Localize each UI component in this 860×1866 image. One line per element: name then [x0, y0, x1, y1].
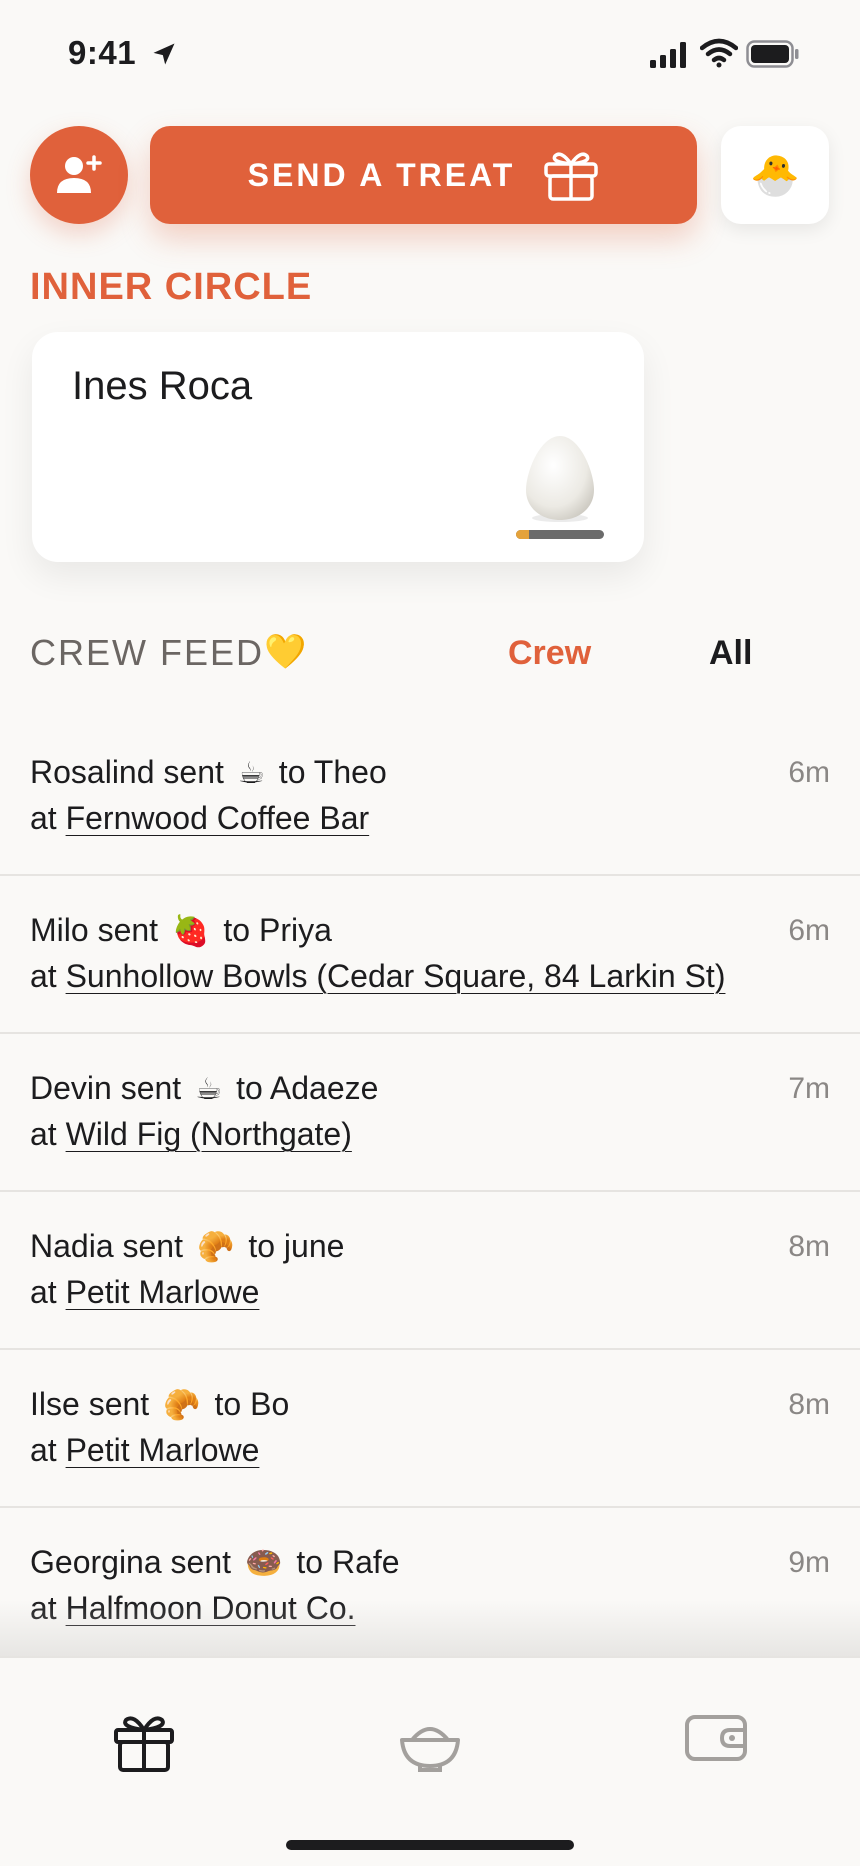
strawberry-icon: 🍓	[172, 915, 210, 948]
feed-scroll-fade	[0, 1600, 860, 1660]
place-link[interactable]: Petit Marlowe	[66, 1274, 260, 1310]
home-indicator	[286, 1840, 574, 1850]
feed-recipient: to Theo	[278, 754, 387, 790]
status-time: 9:41	[68, 34, 137, 71]
place-link[interactable]: Wild Fig (Northgate)	[66, 1116, 352, 1152]
send-treat-button[interactable]: SEND A TREAT	[150, 126, 697, 224]
cellular-signal-icon	[650, 42, 686, 68]
feed-recipient: to Priya	[223, 912, 332, 948]
inner-circle-title: INNER CIRCLE	[30, 266, 313, 308]
feed-place-line: at Fernwood Coffee Bar	[30, 800, 369, 837]
feed-place-line: at Wild Fig (Northgate)	[30, 1116, 352, 1153]
feed-sender: Ilse sent	[30, 1386, 150, 1422]
feed-item[interactable]: Ilse sent 🥐 to Bo at Petit Marlowe 8m	[0, 1350, 860, 1508]
add-user-icon	[57, 155, 102, 193]
feed-recipient: to Adaeze	[236, 1070, 379, 1106]
feed-recipient: to Bo	[214, 1386, 290, 1422]
bowl-icon[interactable]	[398, 1716, 462, 1772]
feed-time: 8m	[788, 1230, 830, 1263]
hatching-chick-icon: 🐣	[750, 153, 800, 198]
wallet-icon[interactable]	[684, 1714, 748, 1762]
feed-place-line: at Petit Marlowe	[30, 1274, 259, 1311]
status-bar: 9:41	[0, 0, 860, 110]
send-treat-label: SEND A TREAT	[247, 156, 516, 193]
profile-button[interactable]: 🐣	[721, 126, 829, 224]
coffee-icon: ☕	[195, 1073, 223, 1106]
feed-sender: Nadia sent	[30, 1228, 183, 1264]
feed-time: 8m	[788, 1388, 830, 1421]
battery-icon	[746, 40, 799, 68]
croissant-icon: 🥐	[196, 1231, 235, 1264]
place-link[interactable]: Petit Marlowe	[66, 1432, 260, 1468]
gift-icon[interactable]	[112, 1710, 176, 1774]
tab-all[interactable]: All	[709, 634, 752, 673]
feed-sender: Rosalind sent	[30, 754, 224, 790]
feed-time: 6m	[788, 914, 830, 947]
feed-line: Milo sent 🍓 to Priya	[30, 912, 332, 949]
place-link[interactable]: Fernwood Coffee Bar	[66, 800, 370, 836]
feed-at: at	[30, 1274, 57, 1310]
feed-time: 6m	[788, 756, 830, 789]
egg-progress-bar	[516, 530, 604, 539]
feed-item[interactable]: Milo sent 🍓 to Priya at Sunhollow Bowls (C…	[0, 876, 860, 1034]
feed-line: Nadia sent 🥐 to june	[30, 1228, 344, 1265]
feed-time: 7m	[788, 1072, 830, 1105]
egg-progress-fill	[516, 530, 530, 539]
crew-feed-title: CREW FEED	[30, 632, 264, 673]
wifi-icon	[700, 38, 738, 68]
gift-icon	[544, 152, 599, 201]
feed-item[interactable]: Rosalind sent ☕ to Theo at Fernwood Coffee…	[0, 718, 860, 876]
croissant-icon: 🥐	[163, 1389, 201, 1422]
friend-name: Ines Roca	[72, 364, 253, 408]
feed-list[interactable]: Rosalind sent ☕ to Theo at Fernwood Coffee…	[0, 718, 860, 1658]
feed-sender: Milo sent	[30, 912, 159, 948]
feed-recipient: to june	[248, 1228, 345, 1264]
feed-place-line: at Petit Marlowe	[30, 1432, 259, 1469]
tab-bar	[0, 1656, 860, 1866]
donut-icon: 🍩	[245, 1547, 283, 1580]
location-arrow-icon	[153, 43, 175, 65]
feed-sender: Devin sent	[30, 1070, 182, 1106]
feed-line: Ilse sent 🥐 to Bo	[30, 1386, 289, 1423]
feed-at: at	[30, 1432, 57, 1468]
feed-item[interactable]: Nadia sent 🥐 to june at Petit Marlowe 8m	[0, 1192, 860, 1350]
feed-line: Rosalind sent ☕ to Theo	[30, 754, 387, 791]
friend-card[interactable]: Ines Roca	[32, 332, 644, 562]
add-friend-button[interactable]	[30, 126, 128, 224]
yellow-heart-icon: 💛	[264, 633, 307, 671]
place-link[interactable]: Sunhollow Bowls (Cedar Square, 84 Larkin…	[66, 958, 726, 994]
feed-recipient: to Rafe	[296, 1544, 400, 1580]
feed-sender: Georgina sent	[30, 1544, 232, 1580]
feed-place-line: at Sunhollow Bowls (Cedar Square, 84 Lar…	[30, 958, 725, 995]
egg-icon	[526, 436, 594, 522]
feed-at: at	[30, 800, 57, 836]
feed-at: at	[30, 958, 57, 994]
tab-crew[interactable]: Crew	[508, 634, 591, 673]
feed-time: 9m	[788, 1546, 830, 1579]
feed-at: at	[30, 1116, 57, 1152]
coffee-icon: ☕	[237, 757, 265, 790]
feed-line: Georgina sent 🍩 to Rafe	[30, 1544, 400, 1581]
feed-item[interactable]: Devin sent ☕ to Adaeze at Wild Fig (Northg…	[0, 1034, 860, 1192]
feed-line: Devin sent ☕ to Adaeze	[30, 1070, 378, 1107]
